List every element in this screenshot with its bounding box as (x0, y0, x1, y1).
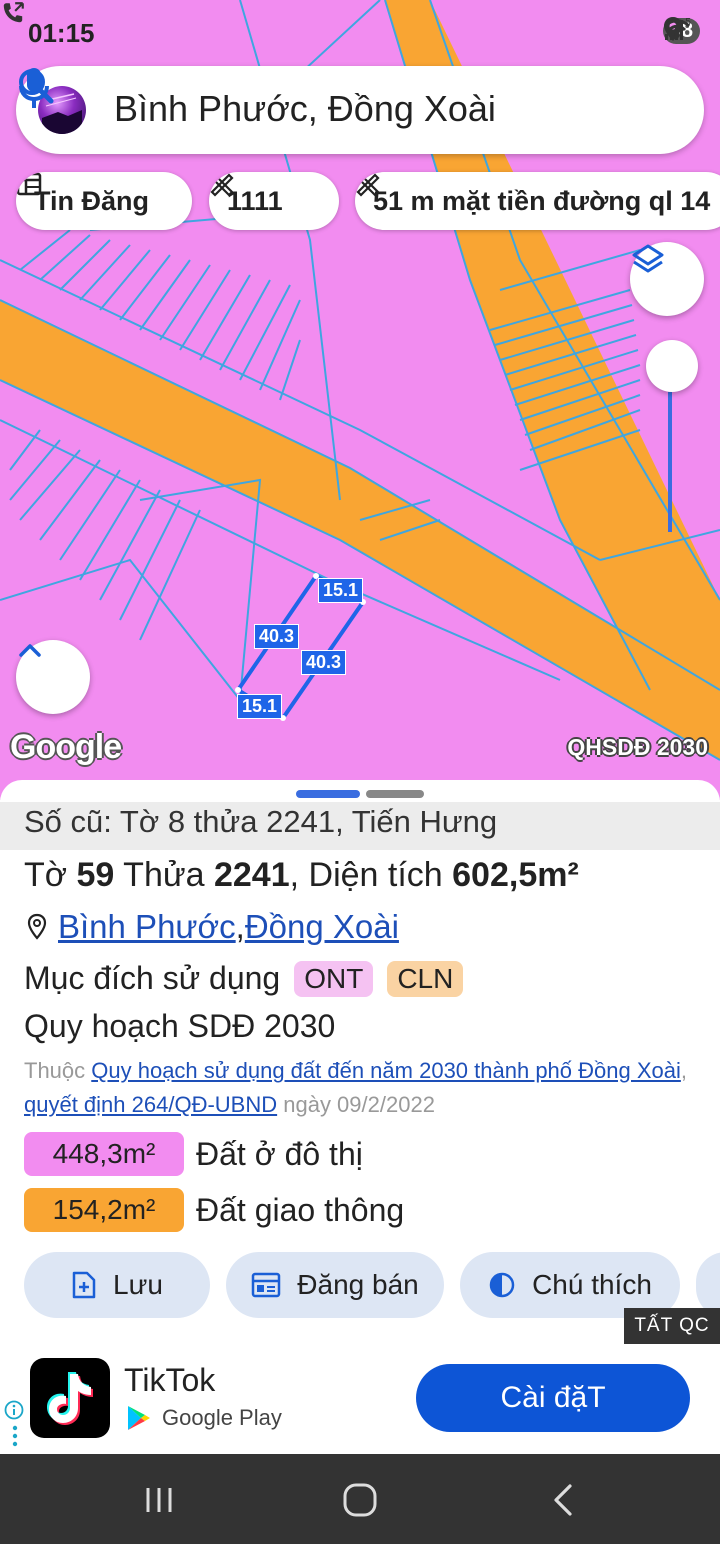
ruler-icon-2 (356, 173, 380, 197)
location-row: Bình Phước, Đồng Xoài (24, 908, 399, 946)
chip-1111[interactable]: 1111 (209, 172, 339, 230)
sheet-prefix: Tờ (24, 856, 77, 894)
area-label-urban: Đất ở đô thị (196, 1135, 363, 1172)
area-label-traffic: Đất giao thông (196, 1191, 405, 1228)
legend-button-label: Chú thích (532, 1269, 652, 1300)
opacity-slider-handle[interactable] (646, 340, 698, 392)
parcel-dim-top: 15.1 (318, 578, 364, 603)
land-use-tag-ont: ONT (294, 960, 374, 997)
plan-link[interactable]: Quy hoạch sử dụng đất đến năm 2030 thành… (91, 1058, 681, 1083)
area-value-urban: 448,3m² (24, 1132, 184, 1176)
chip-1111-label: 1111 (227, 185, 283, 216)
close-ads-button[interactable]: TẤT QC (624, 1308, 720, 1344)
ad-banner[interactable]: TikTok Google Play Cài đặT (0, 1344, 720, 1454)
post-listing-icon (252, 1272, 281, 1298)
area-prefix: , Diện tích (289, 856, 453, 894)
status-bar: 01:15 5 38 (0, 0, 720, 62)
location-pin-icon (27, 913, 47, 940)
ad-app-name[interactable]: TikTok (124, 1362, 215, 1399)
parcel-area: 602,5m² (452, 856, 579, 894)
sheet-handle-2[interactable] (366, 790, 424, 798)
plot-prefix: Thửa (114, 856, 214, 894)
area-row-traffic: 154,2m² Đất giao thông (24, 1188, 404, 1232)
plan-description: Thuộc Quy hoạch sử dụng đất đến năm 2030… (24, 1054, 714, 1122)
plan-heading: Quy hoạch SDĐ 2030 (24, 1008, 336, 1044)
google-attribution: Google (10, 728, 122, 766)
contrast-icon (489, 1272, 515, 1298)
sheet-handle[interactable] (296, 790, 360, 798)
ad-menu-icon[interactable] (12, 1424, 18, 1448)
wifi-call-icon (3, 2, 24, 23)
plan-date: ngày 09/2/2022 (277, 1092, 435, 1117)
parcel-dim-right: 40.3 (301, 650, 347, 675)
home-icon[interactable] (340, 1482, 380, 1518)
mic-icon[interactable] (16, 66, 52, 110)
status-icons: 5 38 (662, 16, 700, 46)
parcel-info-sheet: Số cũ: Tờ 8 thửa 2241, Tiến Hưng Tờ 59 T… (0, 780, 720, 1346)
post-sale-button[interactable]: Đăng bán (226, 1252, 444, 1318)
expand-sheet-button[interactable] (16, 640, 90, 714)
opacity-slider-track[interactable] (668, 392, 672, 532)
ad-store: Google Play (126, 1404, 282, 1432)
sheet-number: 59 (76, 856, 115, 894)
province-link[interactable]: Bình Phước (58, 908, 236, 946)
chip-listings[interactable]: Tin Đăng (16, 172, 192, 230)
chip-frontage-label: 51 m mặt tiền đường ql 14 (373, 185, 711, 216)
city-link[interactable]: Đồng Xoài (245, 908, 399, 946)
old-record: Số cũ: Tờ 8 thửa 2241, Tiến Hưng (0, 802, 720, 850)
parcel-title: Tờ 59 Thửa 2241, Diện tích 602,5m² (24, 856, 579, 895)
map-view[interactable]: 15.1 40.3 40.3 15.1 01:15 5 Bình Phước, … (0, 0, 720, 800)
tiktok-logo-icon[interactable] (30, 1358, 110, 1438)
save-button-label: Lưu (113, 1269, 163, 1300)
ad-store-label: Google Play (162, 1405, 282, 1430)
back-icon[interactable] (544, 1482, 584, 1518)
system-nav-bar (0, 1454, 720, 1544)
post-sale-button-label: Đăng bán (297, 1269, 419, 1300)
save-doc-icon (72, 1271, 96, 1299)
area-value-traffic: 154,2m² (24, 1188, 184, 1232)
plan-separator: , (680, 1058, 687, 1083)
layers-button[interactable] (630, 242, 704, 316)
save-button[interactable]: Lưu (24, 1252, 210, 1318)
status-time: 01:15 (28, 18, 95, 48)
land-use-row: Mục đích sử dụng ONT CLN (24, 960, 464, 997)
land-use-label: Mục đích sử dụng (24, 960, 281, 996)
signal-icon-2 (664, 20, 683, 40)
parcel-dim-left: 40.3 (254, 624, 300, 649)
table-icon (16, 172, 42, 196)
chevron-up-icon (19, 644, 41, 657)
parcel-dim-bottom: 15.1 (237, 694, 283, 719)
ad-info-icon[interactable] (4, 1400, 24, 1420)
ruler-icon (210, 173, 234, 197)
map-layer-label: QHSDĐ 2030 (567, 734, 708, 760)
install-button[interactable]: Cài đặT (416, 1364, 690, 1432)
tiktok-note-icon (47, 1372, 93, 1425)
search-bar[interactable]: Bình Phước, Đồng Xoài (16, 66, 704, 154)
recents-icon[interactable] (140, 1482, 180, 1518)
google-play-icon (128, 1406, 150, 1430)
plot-number: 2241 (213, 856, 290, 894)
chip-frontage[interactable]: 51 m mặt tiền đường ql 14 (355, 172, 720, 230)
layers-icon (632, 244, 664, 273)
chip-listings-label: Tin Đăng (34, 185, 150, 216)
area-row-urban: 448,3m² Đất ở đô thị (24, 1132, 363, 1176)
location-separator: , (235, 908, 245, 945)
land-use-tag-cln: CLN (387, 960, 464, 997)
search-input[interactable]: Bình Phước, Đồng Xoài (114, 88, 496, 130)
plan-belongs-prefix: Thuộc (24, 1058, 92, 1083)
decision-link[interactable]: quyết định 264/QĐ-UBND (24, 1092, 277, 1117)
